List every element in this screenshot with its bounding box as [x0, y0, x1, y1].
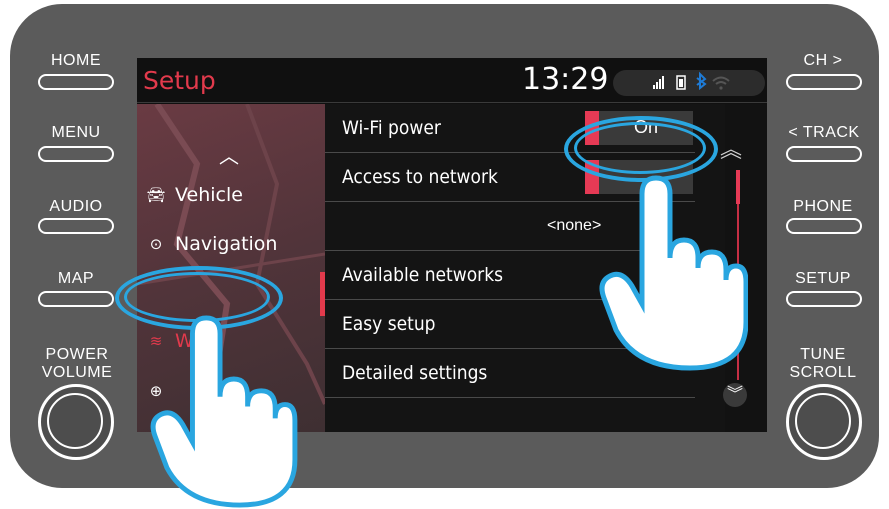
clock: 13:29: [522, 62, 609, 97]
home-button[interactable]: [38, 74, 114, 90]
tune-label-text: TUNE: [800, 346, 846, 363]
scroll-label-text: SCROLL: [789, 364, 857, 381]
scroll-up-icon[interactable]: ︿: [219, 140, 239, 169]
setup-button[interactable]: [786, 291, 862, 307]
status-area: [613, 70, 765, 96]
highlight-ring-inner: [574, 122, 706, 174]
sidebar-item-label: Navigation: [175, 233, 278, 255]
scroll-up-double-icon[interactable]: ︽: [720, 132, 742, 164]
audio-button[interactable]: [38, 218, 114, 234]
ch-label: CH >: [803, 52, 843, 69]
power-label-text: POWER: [45, 346, 109, 363]
setup-hw-label: SETUP: [795, 270, 851, 287]
wifi-status-icon: [712, 76, 730, 90]
phone-label: PHONE: [793, 198, 853, 215]
row-label: Available networks: [342, 264, 504, 286]
battery-icon: [676, 75, 686, 90]
scroll-down-double-icon[interactable]: ︾: [723, 383, 747, 407]
channel-button[interactable]: [786, 74, 862, 90]
volume-label-text: VOLUME: [41, 364, 113, 381]
phone-button[interactable]: [786, 218, 862, 234]
sidebar-item-vehicle[interactable]: 🚘︎ Vehicle: [145, 184, 243, 206]
tune-scroll-knob[interactable]: [786, 384, 862, 460]
network-value: <none>: [547, 217, 602, 234]
track-label: < TRACK: [788, 124, 860, 141]
home-label: HOME: [51, 52, 101, 69]
menu-label: MENU: [51, 124, 101, 141]
pointing-hand-icon: [599, 175, 748, 371]
page-title: Setup: [143, 66, 216, 95]
power-volume-label: POWER VOLUME: [32, 346, 122, 382]
sidebar-item-label: Vehicle: [175, 184, 243, 206]
bluetooth-icon: [696, 71, 707, 91]
row-label: Access to network: [342, 166, 498, 188]
tune-scroll-label: TUNE SCROLL: [778, 346, 868, 382]
header-bar: Setup 13:29: [137, 58, 767, 104]
audio-label: AUDIO: [49, 198, 103, 215]
menu-button[interactable]: [38, 146, 114, 162]
navigation-icon: ⊙: [149, 235, 163, 253]
track-button[interactable]: [786, 146, 862, 162]
car-icon: 🚘︎: [146, 186, 166, 204]
row-label: Wi-Fi power: [342, 117, 441, 139]
row-label: Easy setup: [342, 313, 436, 335]
power-volume-knob[interactable]: [38, 384, 114, 460]
pointing-hand-icon: [150, 315, 298, 508]
sidebar-item-navigation[interactable]: ⊙ Navigation: [145, 233, 278, 255]
row-label: Detailed settings: [342, 362, 488, 384]
map-button[interactable]: [38, 291, 114, 307]
map-label: MAP: [57, 270, 95, 287]
signal-icon: [653, 76, 664, 89]
